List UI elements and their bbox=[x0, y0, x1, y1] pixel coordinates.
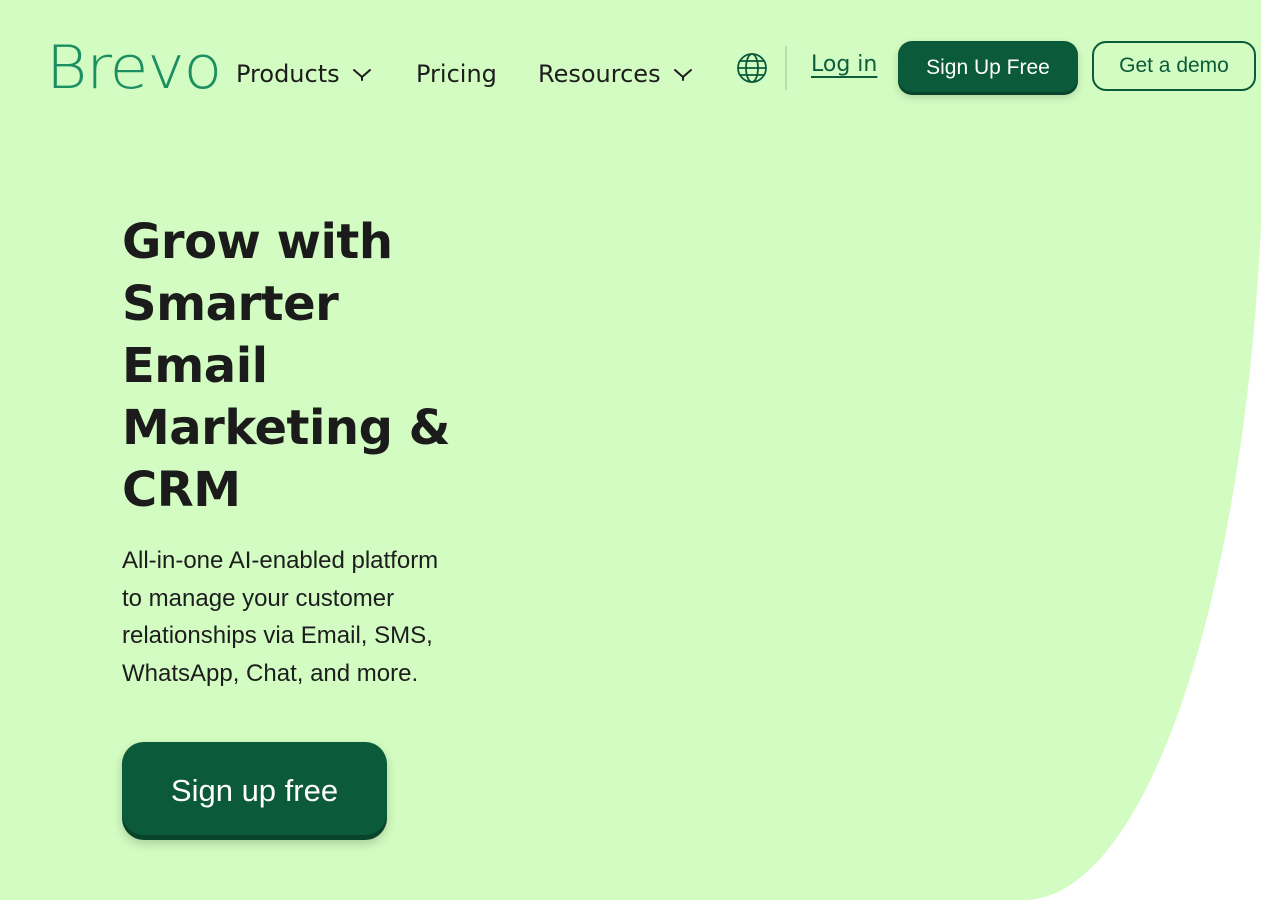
nav-pricing[interactable]: Pricing bbox=[416, 56, 497, 92]
nav-resources[interactable]: Resources bbox=[538, 56, 693, 92]
nav-products[interactable]: Products bbox=[236, 56, 372, 92]
chevron-down-icon bbox=[673, 67, 693, 81]
hero-title-line: Grow with bbox=[122, 214, 393, 270]
header-divider bbox=[785, 46, 787, 90]
hero-subtitle-line: WhatsApp, Chat, and more. bbox=[122, 659, 419, 687]
nav-pricing-label: Pricing bbox=[416, 60, 497, 88]
hero-title: Grow with Smarter Email Marketing & CRM bbox=[122, 211, 542, 521]
chevron-down-icon bbox=[352, 67, 372, 81]
signup-button[interactable]: Sign Up Free bbox=[898, 41, 1078, 95]
hero-title-line: Marketing & bbox=[122, 400, 451, 456]
get-demo-button[interactable]: Get a demo bbox=[1092, 41, 1256, 91]
brevo-logo[interactable]: Brevo bbox=[46, 36, 222, 100]
login-link[interactable]: Log in bbox=[811, 52, 877, 77]
hero-title-line: Smarter bbox=[122, 276, 339, 332]
hero-signup-button[interactable]: Sign up free bbox=[122, 742, 387, 840]
hero-title-line: CRM bbox=[122, 462, 241, 518]
hero-subtitle-line: relationships via Email, SMS, bbox=[122, 622, 433, 649]
hero-title-line: Email bbox=[122, 338, 268, 394]
nav-resources-label: Resources bbox=[538, 60, 661, 88]
hero-subtitle: All-in-one AI-enabled platform to manage… bbox=[122, 542, 502, 692]
globe-icon[interactable] bbox=[736, 52, 768, 84]
hero-subtitle-line: All-in-one AI-enabled platform bbox=[122, 547, 439, 574]
nav-products-label: Products bbox=[236, 60, 340, 88]
hero-subtitle-line: to manage your customer bbox=[122, 584, 395, 612]
